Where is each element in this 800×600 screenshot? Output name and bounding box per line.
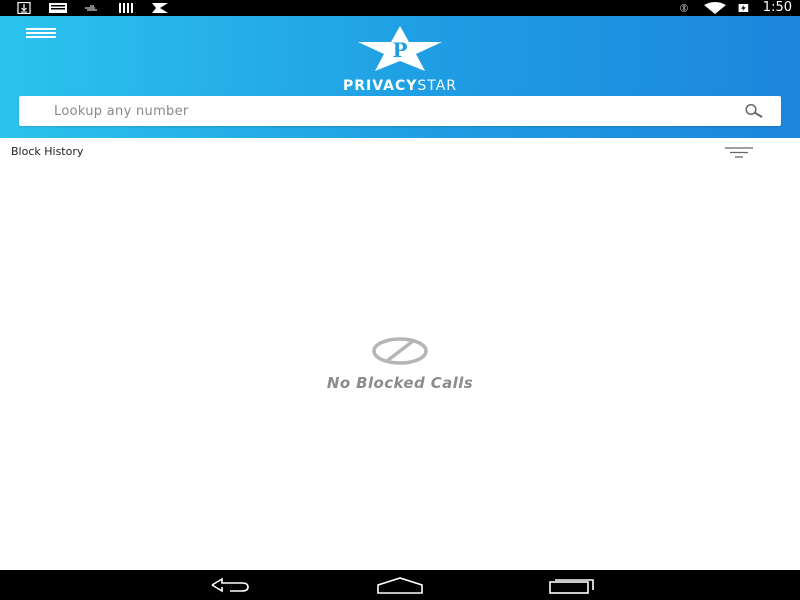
keyboard-icon xyxy=(49,3,67,13)
search-input[interactable] xyxy=(19,96,739,126)
logo-star-letter: P xyxy=(392,38,407,62)
bluetooth-icon xyxy=(679,4,688,12)
home-icon[interactable] xyxy=(375,575,425,595)
logo-text-light: STAR xyxy=(417,78,458,94)
empty-state-message: No Blocked Calls xyxy=(326,374,474,392)
status-right-icons: 1:50 xyxy=(679,0,792,16)
hamburger-menu-icon[interactable] xyxy=(22,26,62,46)
block-history-title: Block History xyxy=(11,145,84,158)
download-icon xyxy=(17,2,31,14)
send-icon xyxy=(152,3,168,13)
battery-charging-icon xyxy=(738,4,748,12)
logo-text-bold: PRIVACY xyxy=(342,78,418,94)
status-bar: 1:50 xyxy=(0,0,800,16)
back-icon[interactable] xyxy=(204,575,254,595)
navigation-bar xyxy=(0,570,800,600)
status-time: 1:50 xyxy=(762,0,792,15)
status-left-icons xyxy=(14,1,170,15)
empty-state: No Blocked Calls xyxy=(0,336,800,392)
privacystar-logo: P PRIVACYSTAR xyxy=(300,26,500,94)
sim-card-icon xyxy=(119,3,133,13)
signal-strength-icon xyxy=(85,5,97,11)
search-bar xyxy=(19,96,781,126)
app-header: P PRIVACYSTAR xyxy=(0,16,800,138)
search-icon[interactable] xyxy=(743,103,765,119)
recent-apps-icon[interactable] xyxy=(546,575,596,595)
wifi-icon xyxy=(703,2,726,14)
filter-icon[interactable] xyxy=(722,145,756,161)
block-icon xyxy=(372,337,428,365)
star-logo-icon: P xyxy=(358,26,442,71)
logo-wordmark: PRIVACYSTAR xyxy=(300,78,500,94)
